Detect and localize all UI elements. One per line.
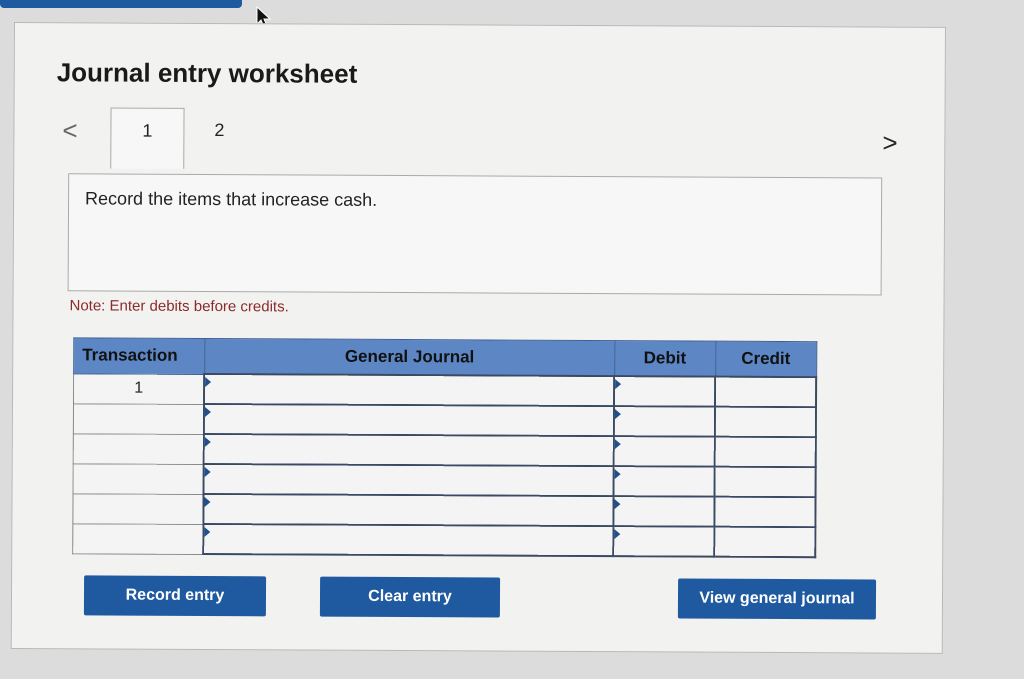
- table-row: [73, 463, 816, 498]
- note-text: Note: Enter debits before credits.: [69, 297, 289, 316]
- debit-input[interactable]: [613, 496, 715, 527]
- general-journal-select[interactable]: [203, 464, 614, 497]
- debit-input[interactable]: [613, 526, 715, 557]
- general-journal-select[interactable]: [203, 524, 614, 557]
- transaction-cell: [73, 403, 205, 435]
- header-debit: Debit: [614, 340, 716, 377]
- table-row: [73, 433, 816, 468]
- triangle-right-icon: [204, 527, 211, 538]
- journal-worksheet-panel: Journal entry worksheet < > 1 2 Record t…: [10, 22, 946, 654]
- table-row: [72, 523, 816, 558]
- tab-2[interactable]: 2: [194, 108, 244, 152]
- clear-entry-button[interactable]: Clear entry: [319, 576, 501, 618]
- triangle-right-icon: [205, 467, 212, 478]
- transaction-cell: 1: [73, 373, 205, 405]
- worksheet-title: Journal entry worksheet: [56, 57, 358, 89]
- triangle-right-icon: [615, 439, 622, 450]
- triangle-right-icon: [615, 409, 622, 420]
- triangle-right-icon: [205, 407, 212, 418]
- journal-entry-table: Transaction General Journal Debit Credit…: [72, 337, 817, 558]
- general-journal-select[interactable]: [204, 434, 615, 467]
- credit-input[interactable]: [714, 436, 816, 468]
- transaction-cell: [72, 493, 204, 525]
- credit-input[interactable]: [715, 376, 817, 408]
- triangle-right-icon: [615, 379, 622, 390]
- top-toolbar-button[interactable]: [0, 0, 242, 8]
- debit-input[interactable]: [613, 466, 715, 497]
- triangle-right-icon: [614, 469, 621, 480]
- triangle-right-icon: [614, 499, 621, 510]
- record-entry-button[interactable]: Record entry: [83, 575, 267, 617]
- credit-input[interactable]: [714, 496, 816, 528]
- table-row: 1: [73, 373, 817, 408]
- general-journal-select[interactable]: [204, 404, 615, 437]
- header-transaction: Transaction: [73, 337, 205, 375]
- general-journal-select[interactable]: [204, 374, 615, 407]
- header-general-journal: General Journal: [204, 338, 615, 377]
- transaction-cell: [72, 523, 204, 555]
- transaction-cell: [73, 433, 205, 465]
- instruction-text: Record the items that increase cash.: [85, 188, 378, 210]
- view-general-journal-button[interactable]: View general journal: [677, 578, 877, 620]
- table-row: [72, 493, 816, 528]
- triangle-right-icon: [205, 377, 212, 388]
- credit-input[interactable]: [714, 526, 816, 558]
- instruction-box: Record the items that increase cash.: [67, 173, 883, 296]
- triangle-right-icon: [205, 437, 212, 448]
- debit-input[interactable]: [614, 406, 716, 437]
- triangle-right-icon: [614, 529, 621, 540]
- credit-input[interactable]: [714, 466, 816, 498]
- general-journal-select[interactable]: [203, 494, 614, 527]
- chevron-left-icon[interactable]: <: [62, 115, 77, 146]
- chevron-right-icon[interactable]: >: [882, 128, 897, 159]
- tab-1[interactable]: 1: [110, 107, 185, 169]
- debit-input[interactable]: [614, 376, 716, 407]
- table-header-row: Transaction General Journal Debit Credit: [73, 337, 817, 378]
- table-row: [73, 403, 816, 438]
- triangle-right-icon: [204, 497, 211, 508]
- header-credit: Credit: [715, 341, 817, 378]
- credit-input[interactable]: [714, 406, 816, 438]
- debit-input[interactable]: [613, 436, 715, 467]
- transaction-cell: [73, 463, 205, 495]
